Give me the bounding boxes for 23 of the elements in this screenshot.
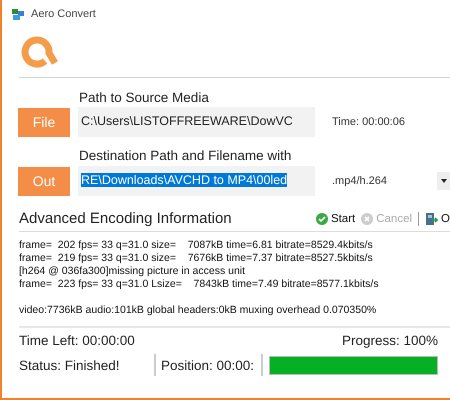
time-label: Time: 00:00:06 (332, 116, 405, 128)
open-button[interactable]: O (425, 212, 450, 226)
log-line: frame= 219 fps= 33 q=31.0 size= 7676kB time=7.37 bitrate=8527.5kbits/s (19, 252, 374, 265)
start-button[interactable]: Start (316, 212, 356, 224)
field-label: Path to Source Media (79, 90, 210, 105)
cross-icon (361, 212, 374, 224)
log-line: frame= 223 fps= 33 q=31.0 Lsize= 7843kB time=7.49 bitrate=8577.1kbits/s (19, 278, 380, 291)
path-field[interactable]: C:\Users\LISTOFFREEWARE\DowVC (78, 107, 315, 137)
section-title: Advanced Encoding Information (19, 210, 232, 227)
film-arrow-icon (425, 212, 438, 226)
progress-label: Progress: 100% (342, 333, 438, 348)
app-icon (11, 8, 25, 20)
time-left-label: Time Left: 00:00:00 (19, 333, 135, 348)
status-label: Status: Finished! (19, 358, 121, 372)
log-line: video:7736kB audio:101kB global headers:0kB muxing overhead 0.070350% (19, 304, 378, 317)
window-title: Aero Convert (31, 8, 96, 20)
position-label: Position: 00:00: (160, 358, 256, 372)
format-dropdown[interactable]: .mp4/h.264 (332, 175, 388, 187)
check-icon (316, 212, 328, 224)
log-line: frame= 202 fps= 33 q=31.0 size= 7087kB time=6.81 bitrate=8529.4kbits/s (19, 239, 374, 252)
log-line: [h264 @ 036fa300]missing picture in access unit (19, 265, 246, 278)
field-label: Destination Path and Filename with (79, 148, 292, 163)
path-field[interactable]: RE\Downloads\AVCHD to MP4\00led (78, 166, 315, 196)
